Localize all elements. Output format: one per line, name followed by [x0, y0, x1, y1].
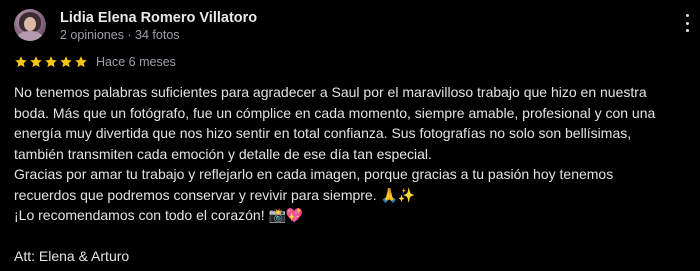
avatar-shoulders — [17, 31, 43, 41]
rating-row: Hace 6 meses — [14, 54, 176, 70]
review-line: Gracias por amar tu trabajo y reflejarlo… — [14, 166, 614, 182]
review-line: también transmiten cada emoción y detall… — [14, 145, 432, 162]
review-line: energía muy divertida que nos hizo senti… — [14, 125, 632, 141]
review-card: Lidia Elena Romero Villatoro 2 opiniones… — [0, 0, 700, 271]
star-icon — [75, 56, 87, 68]
star-icon — [30, 56, 42, 68]
more-dot — [685, 21, 689, 25]
star-icon — [60, 56, 72, 68]
reviewer-name[interactable]: Lidia Elena Romero Villatoro — [60, 10, 257, 26]
more-dot — [685, 14, 689, 17]
avatar-face — [24, 17, 36, 31]
review-line: ¡Lo recomendamos con todo el corazón! 📸💖 — [14, 207, 304, 223]
review-line — [14, 226, 694, 247]
more-options-icon[interactable] — [684, 14, 690, 32]
star-rating — [14, 55, 88, 69]
more-dot — [685, 29, 689, 32]
review-line: No tenemos palabras suficientes para agr… — [14, 84, 647, 100]
star-icon — [15, 56, 27, 68]
review-line: Att: Elena & Arturo — [14, 248, 130, 264]
reviewer-avatar[interactable] — [14, 9, 46, 41]
star-icon — [45, 56, 57, 68]
review-line: recuerdos que podremos conservar y reviv… — [14, 186, 416, 203]
review-line: boda. Más que un fotógrafo, fue un cómpl… — [14, 104, 656, 121]
review-text: No tenemos palabras suficientes para agr… — [14, 82, 694, 267]
review-time: Hace 6 meses — [96, 55, 176, 69]
reviewer-meta: 2 opiniones · 34 fotos — [60, 28, 180, 42]
